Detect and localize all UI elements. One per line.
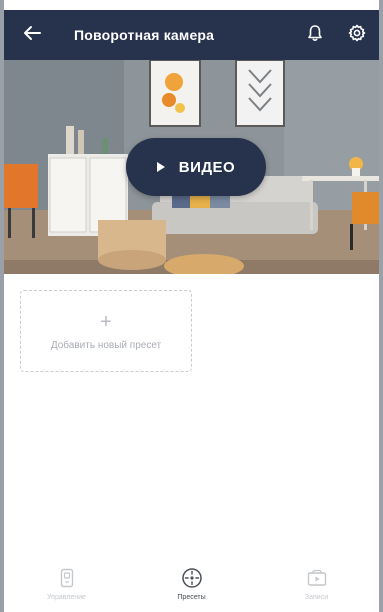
back-button[interactable] bbox=[12, 10, 52, 60]
target-icon bbox=[181, 566, 203, 590]
nav-item-presets[interactable]: Пресеты bbox=[147, 566, 237, 601]
nav-label-control: Управление bbox=[47, 594, 86, 601]
video-button-label: ВИДЕО bbox=[178, 158, 236, 176]
bell-icon bbox=[307, 24, 323, 47]
remote-icon bbox=[60, 566, 74, 590]
nav-label-recordings: Записи bbox=[304, 594, 329, 601]
nav-item-recordings[interactable]: Записи bbox=[272, 566, 362, 601]
top-bar: Поворотная камера bbox=[4, 10, 379, 60]
bottom-nav: Управление Пресеты Записи bbox=[4, 566, 379, 612]
add-preset-button[interactable]: + Добавить новый пресет bbox=[20, 290, 192, 372]
video-button[interactable]: ВИДЕО bbox=[126, 138, 266, 196]
nav-label-presets: Пресеты bbox=[177, 594, 206, 601]
settings-button[interactable] bbox=[341, 10, 373, 60]
app-screen: Поворотная камера ВИДЕО + Добавить новый… bbox=[0, 0, 383, 612]
add-preset-label: Добавить новый пресет bbox=[50, 339, 162, 351]
video-folder-icon bbox=[307, 566, 327, 590]
camera-preview[interactable]: ВИДЕО bbox=[4, 60, 379, 274]
arrow-left-icon bbox=[23, 25, 41, 46]
play-icon bbox=[156, 162, 165, 172]
plus-icon: + bbox=[100, 310, 112, 333]
page-title: Поворотная камера bbox=[74, 27, 215, 43]
gear-icon bbox=[348, 24, 366, 47]
notifications-button[interactable] bbox=[299, 10, 331, 60]
nav-item-control[interactable]: Управление bbox=[22, 566, 112, 601]
